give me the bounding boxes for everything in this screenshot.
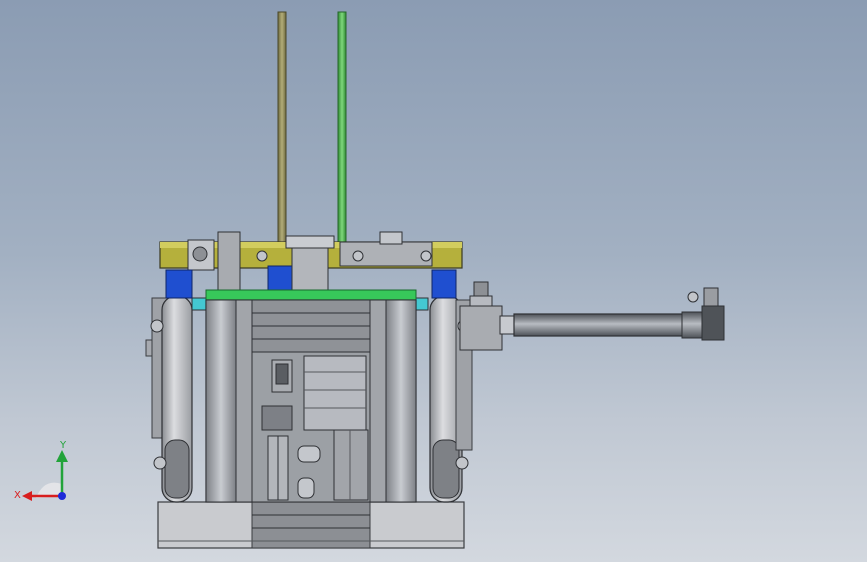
cylinder-end-cap — [681, 311, 705, 339]
x-axis-label: X — [14, 490, 21, 501]
assembly-model[interactable] — [0, 0, 867, 562]
left-cyan-spacer — [191, 297, 207, 311]
left-column — [205, 299, 237, 503]
y-axis-label: Y — [59, 440, 67, 451]
z-axis-marker — [58, 492, 66, 500]
cylinder-end-block — [701, 305, 725, 341]
left-blue-block — [165, 269, 193, 299]
air-fitting-icon — [687, 291, 699, 303]
cad-viewport[interactable]: Y X — [0, 0, 867, 562]
motor-body — [303, 355, 367, 431]
right-blue-block — [431, 269, 457, 299]
orientation-triad: Y X — [14, 440, 68, 501]
left-bolt — [150, 319, 164, 333]
right-column — [385, 299, 417, 503]
green-top-plate — [205, 289, 417, 301]
center-blue-block — [267, 265, 293, 291]
right-bolt-lower — [455, 456, 469, 470]
cylinder-mount — [459, 305, 503, 351]
pneumatic-cylinder-tube — [513, 313, 687, 337]
left-bolt-lower — [153, 456, 167, 470]
green-guide-rod — [337, 11, 347, 245]
